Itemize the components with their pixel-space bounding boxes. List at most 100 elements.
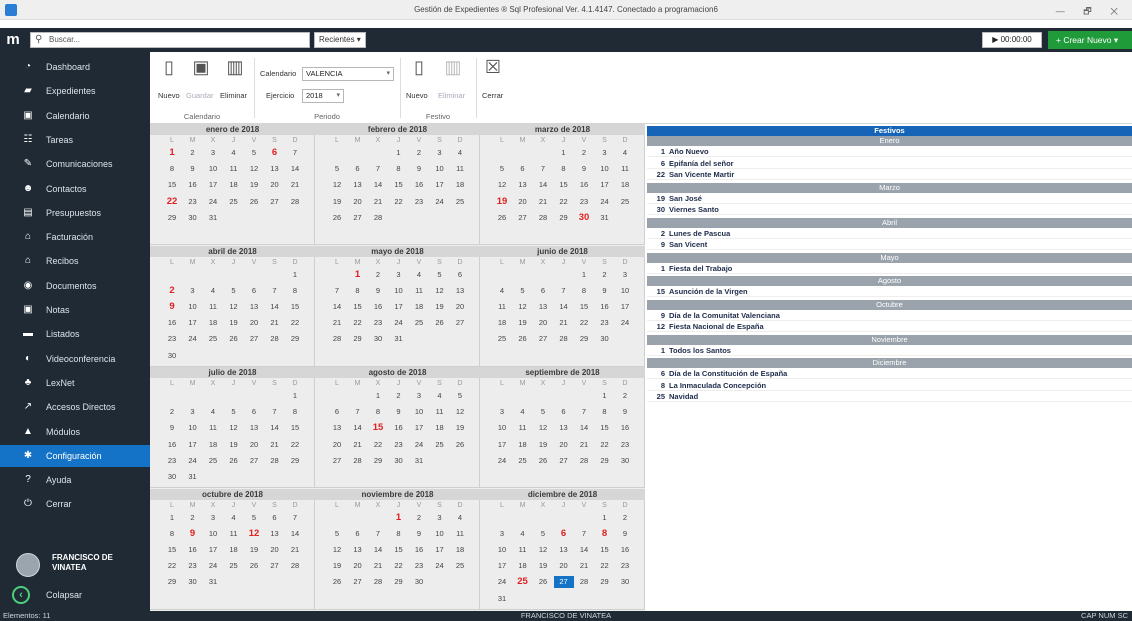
calendar-day[interactable]: 22 [574, 317, 594, 329]
user-panel[interactable]: FRANCISCO DE VINATEA [0, 549, 150, 581]
calendar-day[interactable]: 23 [574, 196, 594, 208]
calendar-day[interactable]: 23 [409, 196, 429, 208]
calendar-day[interactable]: 6 [265, 512, 285, 524]
calendar-day[interactable]: 5 [224, 406, 244, 418]
calendar-day[interactable]: 7 [574, 528, 594, 540]
calendar-day[interactable]: 14 [285, 163, 305, 175]
calendar-day[interactable]: 26 [513, 333, 533, 345]
sidebar-item-billing[interactable]: ⌂ Facturación [0, 226, 150, 248]
calendar-day[interactable]: 20 [348, 560, 368, 572]
holiday-day[interactable]: 15 [368, 422, 388, 434]
calendar-day[interactable]: 5 [244, 147, 264, 159]
sidebar-item-power[interactable]: ⏻ Cerrar [0, 493, 150, 515]
calendar-day[interactable]: 19 [244, 179, 264, 191]
calendar-day[interactable]: 21 [285, 544, 305, 556]
calendar-day[interactable]: 3 [389, 269, 409, 281]
calendar-day[interactable]: 2 [595, 269, 615, 281]
calendar-day[interactable]: 26 [450, 439, 470, 451]
calendar-day[interactable]: 15 [574, 301, 594, 313]
calendar-day[interactable]: 9 [574, 163, 594, 175]
calendar-day[interactable]: 13 [265, 528, 285, 540]
calendar-day[interactable]: 30 [368, 333, 388, 345]
calendar-day[interactable]: 27 [348, 212, 368, 224]
calendar-day[interactable]: 27 [244, 455, 264, 467]
calendar-day[interactable]: 2 [409, 512, 429, 524]
calendar-day[interactable]: 25 [450, 560, 470, 572]
calendar-day[interactable]: 12 [244, 163, 264, 175]
calendar-day[interactable]: 8 [595, 406, 615, 418]
calendar-day[interactable]: 29 [285, 455, 305, 467]
calendar-day[interactable]: 13 [348, 179, 368, 191]
calendar-day[interactable]: 26 [224, 333, 244, 345]
festivo-row[interactable]: 12 Fiesta Nacional de España [647, 322, 1132, 332]
calendar-day[interactable]: 20 [554, 439, 574, 451]
calendar-day[interactable]: 30 [389, 455, 409, 467]
calendar-day[interactable]: 19 [430, 301, 450, 313]
calendar-day[interactable]: 3 [430, 147, 450, 159]
calendar-day[interactable]: 6 [244, 406, 264, 418]
calendar-day[interactable]: 21 [368, 560, 388, 572]
calendar-day[interactable]: 7 [533, 163, 553, 175]
calendar-day[interactable]: 24 [409, 439, 429, 451]
year-select[interactable]: 2018 ▾ [302, 89, 344, 103]
sidebar-item-notes[interactable]: ▣ Notas [0, 299, 150, 321]
holiday-day[interactable]: 1 [389, 512, 409, 524]
festivo-row[interactable]: 1 Año Nuevo [647, 147, 1132, 157]
calendar-day[interactable]: 15 [389, 544, 409, 556]
calendar-day[interactable]: 2 [615, 390, 635, 402]
calendar-day[interactable]: 5 [492, 163, 512, 175]
calendar-day[interactable]: 24 [430, 560, 450, 572]
calendar-day[interactable]: 13 [554, 422, 574, 434]
calendar-day[interactable]: 10 [595, 163, 615, 175]
calendar-day[interactable]: 15 [285, 422, 305, 434]
holiday-day[interactable]: 9 [162, 301, 182, 313]
calendar-day[interactable]: 18 [513, 560, 533, 572]
sidebar-item-calendar[interactable]: ▣ Calendario [0, 105, 150, 127]
calendar-day[interactable]: 9 [183, 163, 203, 175]
calendar-day[interactable]: 4 [430, 390, 450, 402]
calendar-day[interactable]: 19 [450, 422, 470, 434]
calendar-day[interactable]: 27 [348, 576, 368, 588]
calendar-day[interactable]: 12 [327, 544, 347, 556]
calendar-day[interactable]: 7 [327, 285, 347, 297]
calendar-day[interactable]: 14 [574, 422, 594, 434]
calendar-day[interactable]: 17 [183, 439, 203, 451]
sidebar-item-contacts[interactable]: ☻ Contactos [0, 178, 150, 200]
holiday-day[interactable]: 9 [183, 528, 203, 540]
calendar-day[interactable]: 22 [554, 196, 574, 208]
calendar-day[interactable]: 10 [409, 406, 429, 418]
calendar-day[interactable]: 21 [574, 560, 594, 572]
calendar-day[interactable]: 1 [574, 269, 594, 281]
calendar-day[interactable]: 14 [554, 301, 574, 313]
calendar-day[interactable]: 17 [595, 179, 615, 191]
calendar-day[interactable]: 21 [368, 196, 388, 208]
calendar-day[interactable]: 8 [389, 163, 409, 175]
holiday-day[interactable]: 6 [265, 147, 285, 159]
calendar-day[interactable]: 25 [203, 333, 223, 345]
calendar-day[interactable]: 18 [430, 422, 450, 434]
calendar-day[interactable]: 27 [265, 196, 285, 208]
calendar-day[interactable]: 22 [368, 439, 388, 451]
calendar-day[interactable]: 2 [389, 390, 409, 402]
calendar-day[interactable]: 25 [409, 317, 429, 329]
calendar-day[interactable]: 16 [615, 422, 635, 434]
calendar-day[interactable]: 16 [183, 179, 203, 191]
calendar-day[interactable]: 14 [533, 179, 553, 191]
calendar-day[interactable]: 13 [327, 422, 347, 434]
calendar-day[interactable]: 24 [430, 196, 450, 208]
calendar-day[interactable]: 11 [409, 285, 429, 297]
calendar-day[interactable]: 10 [203, 163, 223, 175]
calendar-day[interactable]: 19 [327, 196, 347, 208]
calendar-day[interactable]: 28 [348, 455, 368, 467]
calendar-day[interactable]: 24 [492, 576, 512, 588]
calendar-day[interactable]: 17 [430, 544, 450, 556]
calendar-day[interactable]: 11 [450, 528, 470, 540]
calendar-day[interactable]: 20 [554, 560, 574, 572]
calendar-day[interactable]: 31 [595, 212, 615, 224]
calendar-day[interactable]: 24 [183, 455, 203, 467]
calendar-day[interactable]: 12 [430, 285, 450, 297]
calendar-day[interactable]: 3 [595, 147, 615, 159]
calendar-day[interactable]: 11 [224, 528, 244, 540]
festivo-row[interactable]: 30 Viernes Santo [647, 205, 1132, 215]
calendar-day[interactable]: 22 [595, 560, 615, 572]
